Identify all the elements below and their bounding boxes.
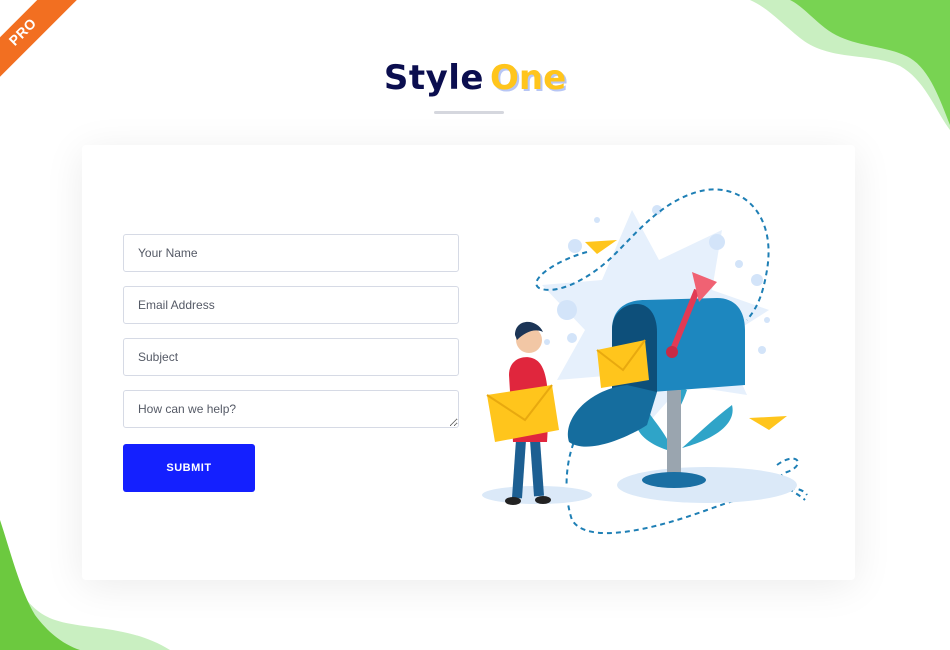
pro-ribbon-label: PRO <box>5 14 40 49</box>
mailbox-door <box>567 385 657 447</box>
message-textarea[interactable] <box>123 390 459 428</box>
paper-plane-icon <box>585 240 617 254</box>
contact-form-card: SUBMIT <box>82 145 855 580</box>
title-divider <box>434 111 504 114</box>
page-title: Style One <box>0 58 950 98</box>
mailbox-post <box>667 390 681 480</box>
title-part-style: Style <box>383 58 484 98</box>
ground-shadow <box>617 467 797 503</box>
person-carrying-envelope <box>486 321 559 505</box>
submit-button[interactable]: SUBMIT <box>123 444 255 492</box>
pro-ribbon: PRO <box>0 0 80 80</box>
envelope-icon <box>487 385 559 442</box>
subject-input[interactable] <box>123 338 459 376</box>
name-input[interactable] <box>123 234 459 272</box>
paper-plane-icon <box>749 416 787 430</box>
mailbox-post-base <box>642 472 706 488</box>
title-part-one: One <box>489 58 567 98</box>
mailbox-illustration <box>482 188 808 535</box>
email-input[interactable] <box>123 286 459 324</box>
